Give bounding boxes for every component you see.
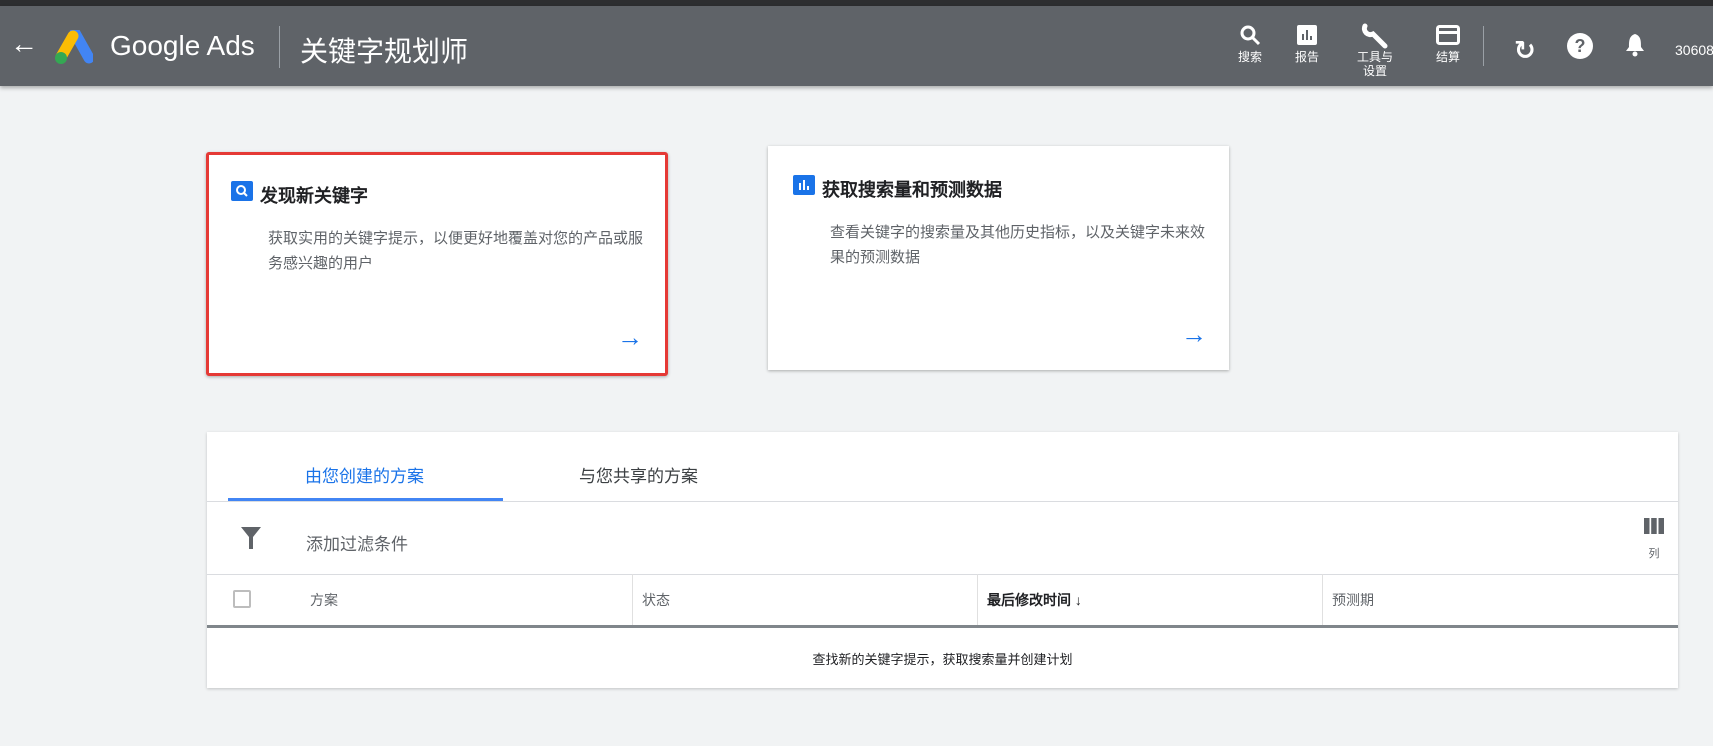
plans-panel: 由您创建的方案 与您共享的方案 添加过滤条件 列 方案 状态 最后修改时间 ↓ …: [207, 432, 1678, 688]
refresh-icon[interactable]: ↻: [1514, 35, 1536, 66]
arrow-right-icon[interactable]: →: [1181, 319, 1207, 350]
discover-keywords-card[interactable]: 发现新关键字 获取实用的关键字提示，以便更好地覆盖对您的产品或服务感兴趣的用户 …: [206, 152, 668, 376]
column-header-forecast-period[interactable]: 预测期: [1332, 590, 1374, 610]
filter-icon[interactable]: [241, 527, 261, 549]
divider: [207, 574, 1678, 575]
tab-created-by-you[interactable]: 由您创建的方案: [305, 462, 424, 487]
card-description: 查看关键字的搜索量及其他历史指标，以及关键字未来效果的预测数据: [830, 224, 1206, 266]
notifications-bell-icon[interactable]: [1624, 32, 1646, 58]
column-divider: [977, 574, 978, 627]
column-header-label: 最后修改时间: [987, 592, 1071, 608]
divider: [279, 26, 280, 68]
app-header: ← Google Ads 关键字规划师 搜索 报告 工具与设置 结算 ↻ ? 3…: [0, 6, 1713, 86]
nav-label: 结算: [1435, 50, 1460, 64]
column-header-plan[interactable]: 方案: [310, 590, 338, 610]
reports-icon: [1277, 20, 1337, 50]
nav-search[interactable]: 搜索: [1220, 20, 1280, 64]
column-divider: [1322, 574, 1323, 627]
help-icon[interactable]: ?: [1567, 33, 1593, 59]
search-icon: [1220, 20, 1280, 50]
tab-shared-with-you[interactable]: 与您共享的方案: [579, 462, 698, 487]
header-underline: [207, 625, 1678, 628]
divider: [207, 501, 1678, 502]
arrow-right-icon[interactable]: →: [617, 322, 643, 353]
google-ads-logo: [55, 30, 93, 64]
sort-down-arrow-icon: ↓: [1074, 592, 1082, 608]
nav-billing[interactable]: 结算: [1418, 20, 1478, 64]
columns-button[interactable]: 列: [1642, 518, 1666, 561]
back-arrow-icon[interactable]: ←: [10, 28, 38, 60]
column-divider: [632, 574, 633, 627]
page-title: 关键字规划师: [300, 36, 469, 67]
card-title: 发现新关键字: [260, 186, 368, 206]
search-volume-forecast-card[interactable]: 获取搜索量和预测数据 查看关键字的搜索量及其他历史指标，以及关键字未来效果的预测…: [768, 146, 1229, 370]
nav-label: 搜索: [1237, 50, 1262, 64]
brand-name: Google Ads: [110, 30, 255, 61]
select-all-checkbox[interactable]: [233, 590, 251, 608]
columns-icon: [1644, 518, 1664, 534]
empty-state-message: 查找新的关键字提示，获取搜索量并创建计划: [812, 652, 1073, 667]
search-icon: [231, 181, 253, 201]
nav-reports[interactable]: 报告: [1277, 20, 1337, 64]
nav-label: 报告: [1294, 50, 1319, 64]
column-header-last-modified[interactable]: 最后修改时间 ↓: [987, 590, 1082, 610]
card-description: 获取实用的关键字提示，以便更好地覆盖对您的产品或服务感兴趣的用户: [268, 230, 644, 272]
card-title: 获取搜索量和预测数据: [822, 180, 1002, 200]
nav-label: 工具与设置: [1356, 50, 1393, 78]
divider: [1483, 26, 1484, 66]
billing-icon: [1418, 20, 1478, 50]
account-id[interactable]: 30608: [1675, 42, 1713, 58]
column-header-status[interactable]: 状态: [642, 590, 670, 610]
add-filter-button[interactable]: 添加过滤条件: [306, 530, 408, 555]
columns-label: 列: [1648, 548, 1660, 560]
nav-tools-settings[interactable]: 工具与设置: [1345, 20, 1405, 78]
bar-chart-icon: [793, 175, 815, 195]
wrench-icon: [1345, 20, 1405, 50]
